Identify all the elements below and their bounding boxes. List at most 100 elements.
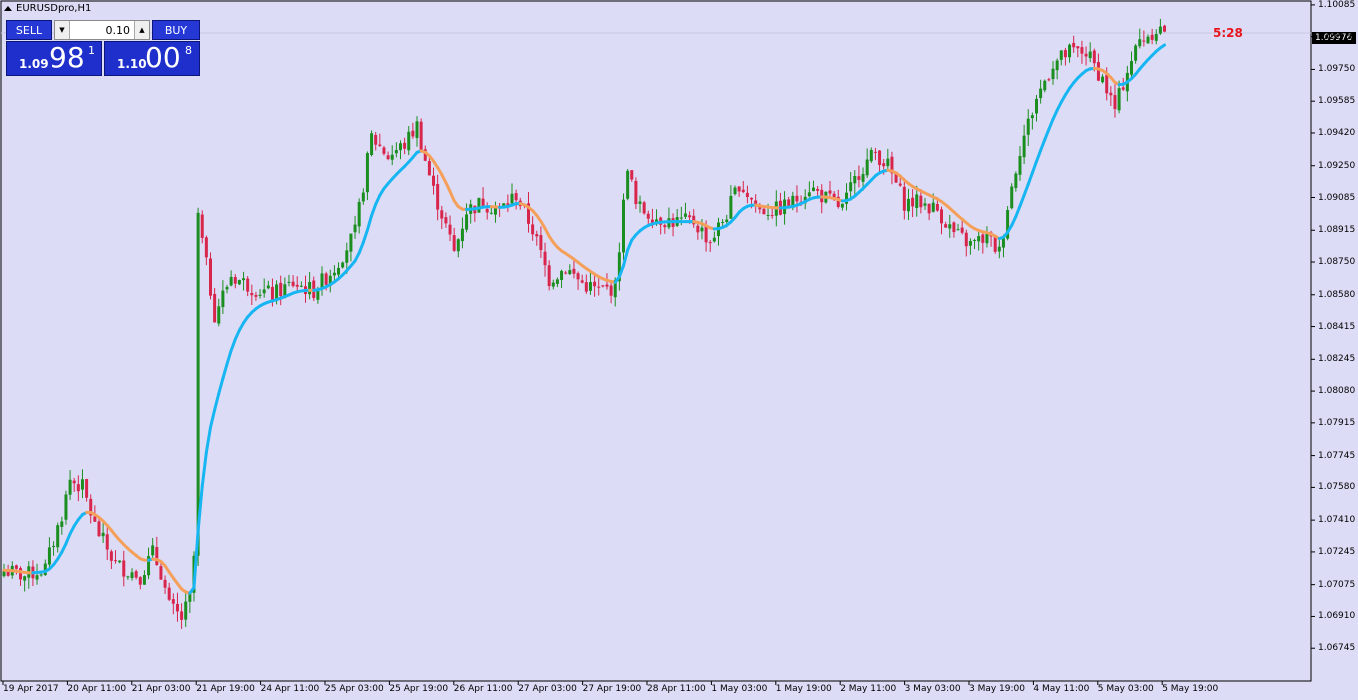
bear-candle-body: [270, 286, 274, 300]
bear-candle-body: [597, 286, 601, 288]
ma-segment-up: [1043, 127, 1051, 142]
bear-candle-body: [72, 480, 76, 484]
bear-candle-body: [159, 566, 163, 580]
bull-candle-body: [948, 224, 952, 229]
price-tick-label: 1.10085: [1318, 0, 1356, 10]
bear-candle-body: [1084, 53, 1088, 57]
time-tick-label: 2 May 11:00: [840, 684, 897, 694]
bull-candle-body: [47, 547, 51, 565]
bear-candle-body: [432, 175, 436, 186]
lot-dropdown-arrow-icon[interactable]: ▼: [55, 21, 70, 39]
bull-candle-body: [341, 262, 345, 268]
ma-segment-up: [64, 532, 72, 546]
bull-candle-body: [118, 560, 122, 563]
bull-candle-body: [1039, 88, 1043, 99]
bear-candle-body: [634, 180, 638, 205]
bear-candle-body: [543, 251, 547, 266]
bull-candle-body: [1043, 80, 1047, 91]
bull-candle-body: [840, 203, 844, 208]
bull-candle-body: [968, 240, 972, 246]
bear-candle-body: [737, 186, 741, 192]
bull-candle-body: [712, 237, 716, 242]
bull-candle-body: [1068, 44, 1072, 58]
bull-candle-body: [849, 182, 853, 192]
bear-candle-body: [1163, 25, 1167, 32]
bull-candle-body: [915, 194, 919, 209]
ask-price-box[interactable]: 1.10 00 8: [104, 41, 200, 76]
bear-candle-body: [213, 293, 217, 323]
bear-candle-body: [762, 208, 766, 215]
bull-candle-body: [1022, 135, 1026, 158]
bear-candle-body: [324, 273, 328, 285]
lot-size-field[interactable]: ▼ 0.10 ▲: [54, 20, 150, 40]
bull-candle-body: [807, 192, 811, 197]
price-tick-label: 1.09250: [1318, 160, 1356, 171]
ma-segment-up: [1018, 193, 1026, 208]
bear-candle-body: [163, 579, 167, 588]
price-tick-label: 1.09750: [1318, 64, 1356, 75]
bull-candle-body: [390, 154, 394, 160]
chart-window[interactable]: EURUSDpro,H1 SELL ▼ 0.10 ▲ BUY 1.09 98 1…: [0, 0, 1358, 700]
lot-size-value[interactable]: 0.10: [70, 24, 134, 37]
candles-layer: [2, 18, 1167, 629]
bear-candle-body: [122, 560, 126, 577]
buy-button[interactable]: BUY: [152, 20, 200, 40]
bull-candle-body: [861, 174, 865, 182]
ask-prefix: 1.10: [117, 57, 147, 71]
ma-segment-up: [1035, 148, 1043, 163]
bull-candle-body: [1018, 156, 1022, 175]
bid-big-digits: 98: [49, 41, 85, 74]
bear-candle-body: [981, 234, 985, 243]
bull-candle-body: [1129, 61, 1133, 75]
time-tick-label: 5 May 19:00: [1162, 684, 1219, 694]
bear-candle-body: [1047, 79, 1051, 81]
bar-countdown-timer: 5:28: [1213, 26, 1243, 40]
price-tick-label: 1.08580: [1318, 289, 1356, 300]
bull-candle-body: [683, 213, 687, 217]
bear-candle-body: [1092, 50, 1096, 64]
bear-candle-body: [167, 587, 171, 600]
bear-candle-body: [448, 224, 452, 235]
bear-candle-body: [138, 577, 142, 585]
bear-candle-body: [374, 134, 378, 145]
bear-candle-body: [911, 197, 915, 207]
bear-candle-body: [97, 521, 101, 537]
bear-candle-body: [919, 195, 923, 208]
bull-candle-body: [510, 193, 514, 204]
bear-candle-body: [584, 282, 588, 292]
collapse-triangle-icon[interactable]: [4, 6, 12, 11]
bear-candle-body: [873, 151, 877, 153]
bear-candle-body: [1142, 40, 1146, 42]
bull-candle-body: [997, 246, 1001, 252]
price-tick-label: 1.06910: [1318, 611, 1356, 622]
bear-candle-body: [535, 234, 539, 237]
time-tick-label: 1 May 19:00: [775, 684, 832, 694]
ma-segment-up: [217, 376, 225, 396]
bull-candle-body: [1030, 115, 1034, 119]
lot-increase-arrow-icon[interactable]: ▲: [134, 21, 149, 39]
bid-price-box[interactable]: 1.09 98 1: [6, 41, 102, 76]
price-tick-label: 1.07580: [1318, 482, 1356, 493]
price-tick-label: 1.07410: [1318, 515, 1356, 526]
bear-candle-body: [382, 147, 386, 154]
bull-candle-body: [52, 545, 56, 548]
bear-candle-body: [564, 272, 568, 274]
ma-segment-up: [1014, 204, 1022, 219]
sell-button[interactable]: SELL: [6, 20, 52, 40]
price-chart[interactable]: [0, 0, 1358, 700]
bull-candle-body: [626, 170, 630, 199]
ma-segment-up: [225, 348, 233, 366]
bull-candle-body: [493, 208, 497, 215]
price-tick-label: 1.07745: [1318, 450, 1356, 461]
bear-candle-body: [204, 237, 208, 258]
bull-candle-body: [568, 270, 572, 275]
bid-pip-digit: 1: [88, 44, 95, 57]
bull-candle-body: [262, 289, 266, 294]
bear-candle-body: [1080, 47, 1084, 54]
bear-candle-body: [898, 183, 902, 186]
bull-candle-body: [225, 286, 229, 290]
bear-candle-body: [605, 284, 609, 287]
ma-segment-up: [1158, 43, 1167, 50]
bear-candle-body: [175, 603, 179, 612]
bull-candle-body: [299, 285, 303, 287]
